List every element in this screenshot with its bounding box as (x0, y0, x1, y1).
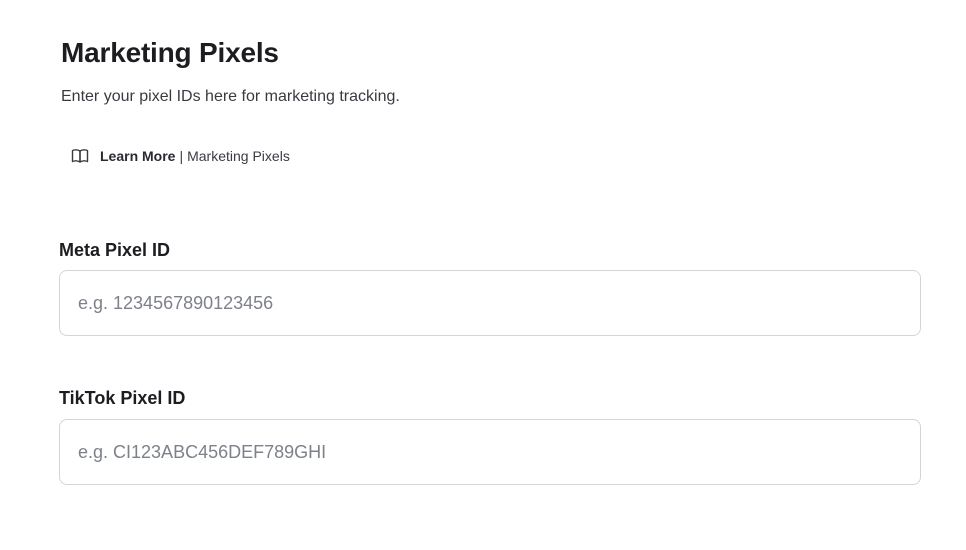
page-title: Marketing Pixels (61, 37, 279, 68)
learn-more-topic: Marketing Pixels (187, 148, 290, 164)
tiktok-pixel-input[interactable] (59, 419, 921, 485)
tiktok-pixel-label: TikTok Pixel ID (59, 388, 186, 408)
meta-pixel-label: Meta Pixel ID (59, 240, 171, 260)
book-open-icon (71, 148, 89, 164)
learn-more-label: Learn More (100, 148, 176, 164)
meta-pixel-input[interactable] (59, 270, 921, 336)
page-subtitle: Enter your pixel IDs here for marketing … (61, 88, 400, 105)
learn-more-separator: | (179, 148, 184, 164)
learn-more-link[interactable]: Learn More | Marketing Pixels (71, 146, 290, 166)
